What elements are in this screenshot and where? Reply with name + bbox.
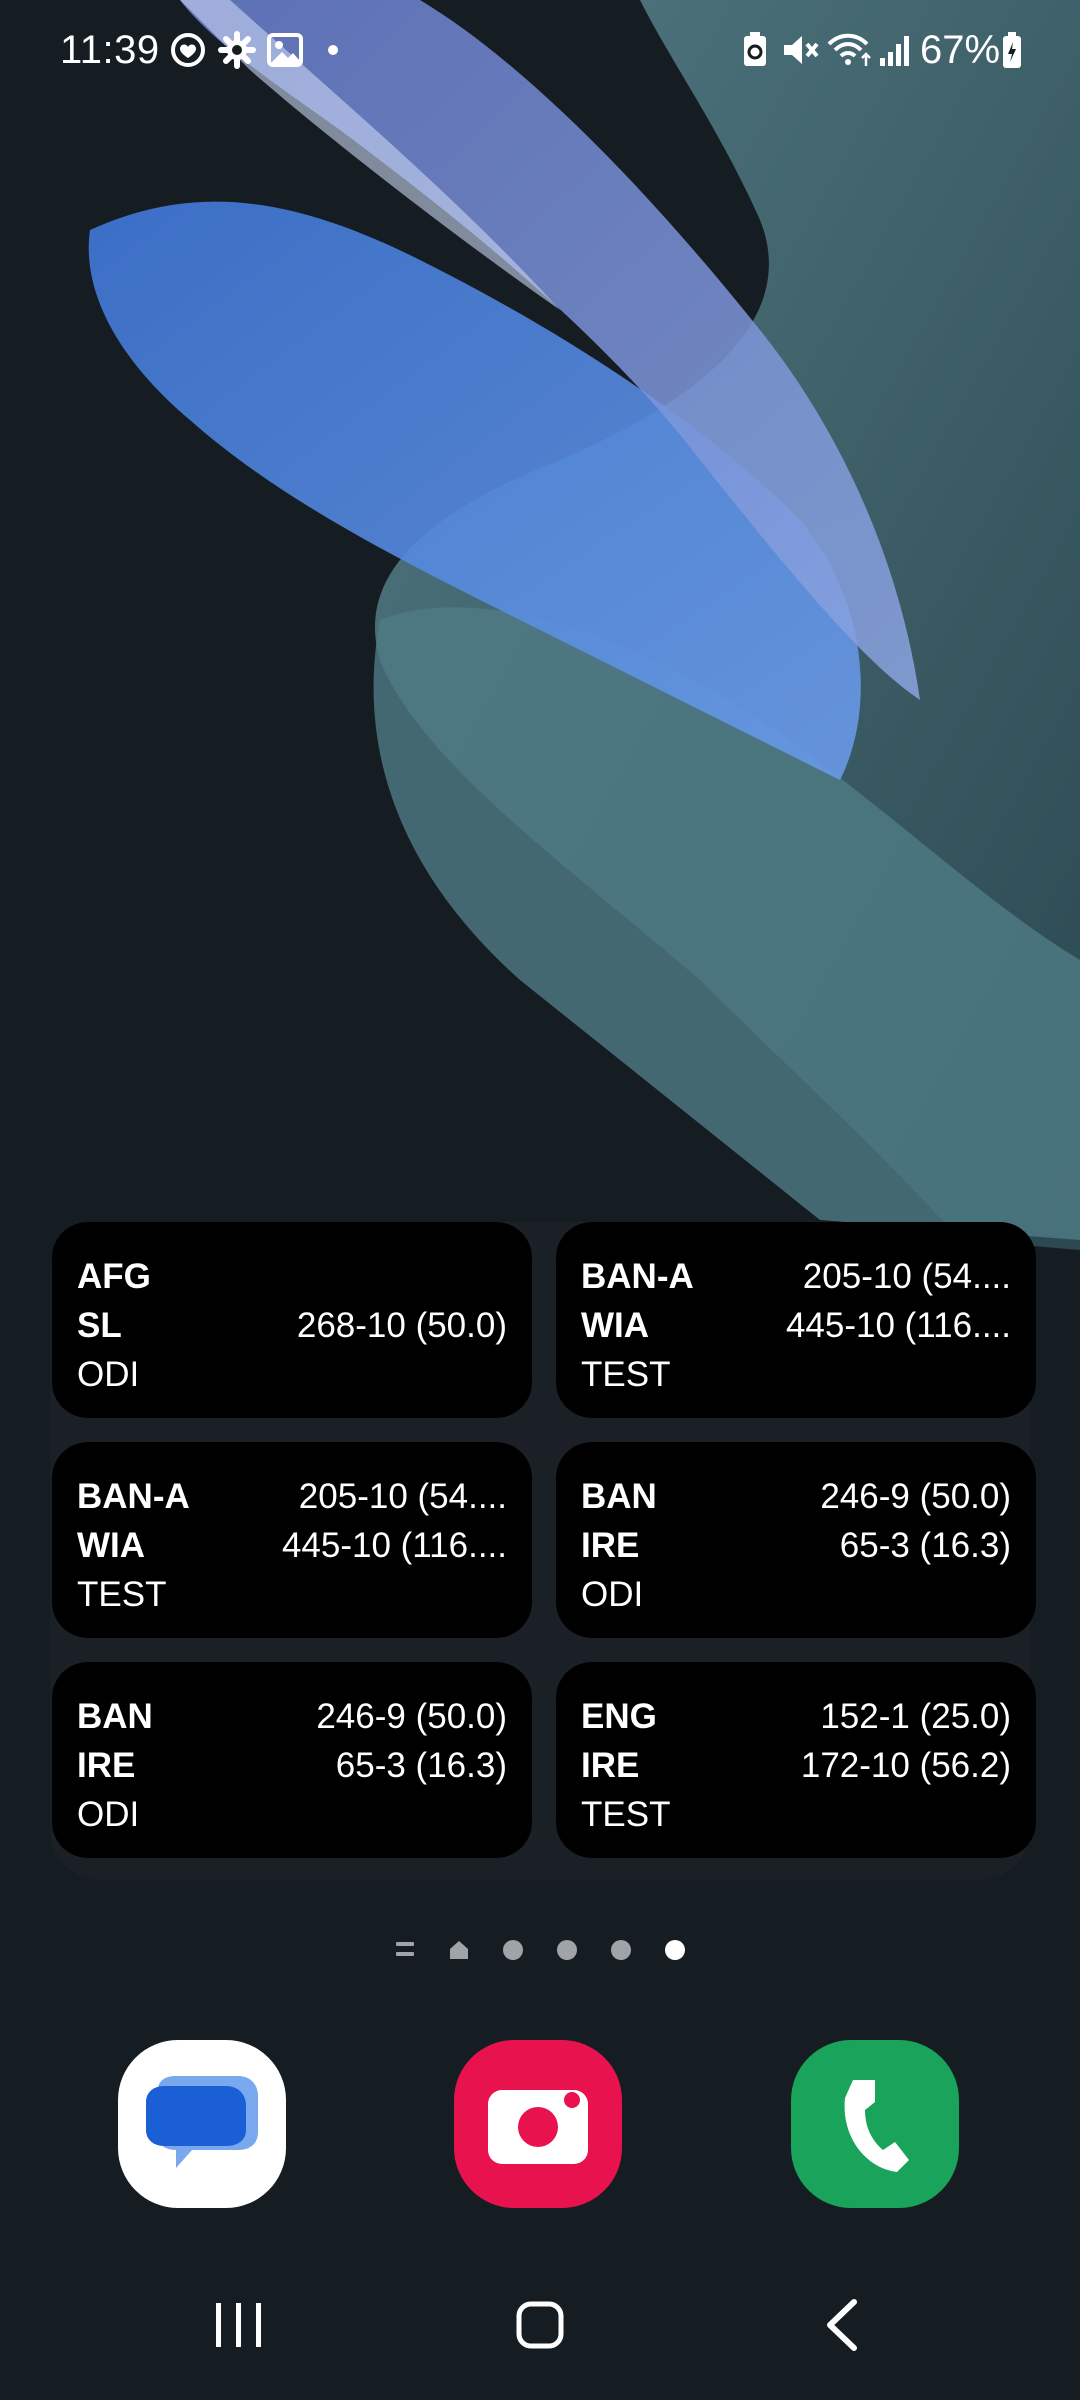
team-row: BAN 246-9 (50.0) bbox=[581, 1472, 1011, 1521]
back-icon[interactable] bbox=[772, 2280, 912, 2370]
team-score: 205-10 (54.... bbox=[802, 1256, 1011, 1296]
match-card[interactable]: BAN 246-9 (50.0) IRE 65-3 (16.3) ODI bbox=[556, 1442, 1036, 1638]
page-dot-active[interactable] bbox=[665, 1940, 685, 1960]
mute-icon bbox=[784, 36, 819, 64]
team-row: IRE 172-10 (56.2) bbox=[581, 1741, 1011, 1790]
settings-gear-icon bbox=[218, 31, 256, 69]
match-card[interactable]: BAN-A 205-10 (54.... WIA 445-10 (116....… bbox=[556, 1222, 1036, 1418]
match-format: TEST bbox=[581, 1795, 671, 1834]
team-name: AFG bbox=[77, 1256, 151, 1296]
match-card[interactable]: BAN-A 205-10 (54.... WIA 445-10 (116....… bbox=[52, 1442, 532, 1638]
team-score: 65-3 (16.3) bbox=[335, 1745, 507, 1785]
page-dot[interactable] bbox=[557, 1940, 577, 1960]
team-score: 268-10 (50.0) bbox=[296, 1305, 507, 1345]
team-name: WIA bbox=[581, 1305, 650, 1345]
gallery-icon bbox=[267, 33, 303, 67]
team-score: 205-10 (54.... bbox=[298, 1476, 507, 1516]
team-row: IRE 65-3 (16.3) bbox=[581, 1521, 1011, 1570]
notification-dot-icon bbox=[328, 45, 338, 55]
team-name: IRE bbox=[581, 1525, 640, 1565]
team-score: 246-9 (50.0) bbox=[316, 1696, 507, 1736]
team-name: BAN-A bbox=[581, 1256, 694, 1296]
team-score: 445-10 (116.... bbox=[281, 1525, 507, 1565]
team-score: 445-10 (116.... bbox=[785, 1305, 1011, 1345]
status-bar: 11:39 67% bbox=[0, 0, 1080, 100]
team-score: 152-1 (25.0) bbox=[820, 1696, 1011, 1736]
camera-app-icon[interactable] bbox=[454, 2040, 622, 2208]
menu-icon[interactable] bbox=[394, 1938, 416, 1962]
team-name: WIA bbox=[77, 1525, 146, 1565]
match-format: ODI bbox=[77, 1795, 140, 1834]
team-name: BAN-A bbox=[77, 1476, 190, 1516]
team-row: WIA 445-10 (116.... bbox=[77, 1521, 507, 1570]
team-score: 246-9 (50.0) bbox=[820, 1476, 1011, 1516]
match-card[interactable]: AFG SL 268-10 (50.0) ODI bbox=[52, 1222, 532, 1418]
health-icon bbox=[171, 33, 205, 67]
match-format: TEST bbox=[581, 1355, 671, 1394]
home-screen: 11:39 67% AFG SL 268-10 (50.0) ODI BAN-A… bbox=[0, 0, 1080, 2400]
camera-lens-icon bbox=[488, 2090, 588, 2164]
team-score: 65-3 (16.3) bbox=[839, 1525, 1011, 1565]
team-name: IRE bbox=[581, 1745, 640, 1785]
team-name: SL bbox=[77, 1305, 122, 1345]
team-row: IRE 65-3 (16.3) bbox=[77, 1741, 507, 1790]
wifi-icon bbox=[827, 33, 871, 66]
home-button-icon[interactable] bbox=[470, 2280, 610, 2370]
team-name: BAN bbox=[77, 1696, 153, 1736]
recents-icon[interactable] bbox=[168, 2280, 308, 2370]
phone-app-icon[interactable] bbox=[791, 2040, 959, 2208]
team-row: BAN 246-9 (50.0) bbox=[77, 1692, 507, 1741]
home-icon[interactable] bbox=[447, 1938, 471, 1962]
page-dot[interactable] bbox=[503, 1940, 523, 1960]
navigation-bar bbox=[0, 2280, 1080, 2370]
messages-app-icon[interactable] bbox=[118, 2040, 286, 2208]
match-card[interactable]: ENG 152-1 (25.0) IRE 172-10 (56.2) TEST bbox=[556, 1662, 1036, 1858]
team-name: BAN bbox=[581, 1476, 657, 1516]
team-name: IRE bbox=[77, 1745, 136, 1785]
match-format: ODI bbox=[77, 1355, 140, 1394]
page-dot[interactable] bbox=[611, 1940, 631, 1960]
team-row: BAN-A 205-10 (54.... bbox=[77, 1472, 507, 1521]
page-indicator[interactable] bbox=[0, 1936, 1080, 1966]
team-row: WIA 445-10 (116.... bbox=[581, 1301, 1011, 1350]
battery-icon bbox=[1003, 32, 1021, 68]
match-format: TEST bbox=[77, 1575, 167, 1614]
battery-saver-icon bbox=[744, 32, 766, 66]
phone-handset-icon bbox=[844, 2080, 909, 2172]
match-format: ODI bbox=[581, 1575, 644, 1614]
team-row: AFG bbox=[77, 1252, 507, 1301]
team-row: SL 268-10 (50.0) bbox=[77, 1301, 507, 1350]
match-card[interactable]: BAN 246-9 (50.0) IRE 65-3 (16.3) ODI bbox=[52, 1662, 532, 1858]
clock-time: 11:39 bbox=[60, 28, 160, 72]
messages-bubble-icon bbox=[146, 2076, 258, 2168]
team-score: 172-10 (56.2) bbox=[800, 1745, 1011, 1785]
signal-icon bbox=[880, 36, 909, 66]
team-name: ENG bbox=[581, 1696, 657, 1736]
team-row: ENG 152-1 (25.0) bbox=[581, 1692, 1011, 1741]
cricket-scores-widget[interactable]: AFG SL 268-10 (50.0) ODI BAN-A 205-10 (5… bbox=[50, 1222, 1036, 1880]
team-row: BAN-A 205-10 (54.... bbox=[581, 1252, 1011, 1301]
battery-percent: 67% bbox=[920, 28, 1001, 72]
